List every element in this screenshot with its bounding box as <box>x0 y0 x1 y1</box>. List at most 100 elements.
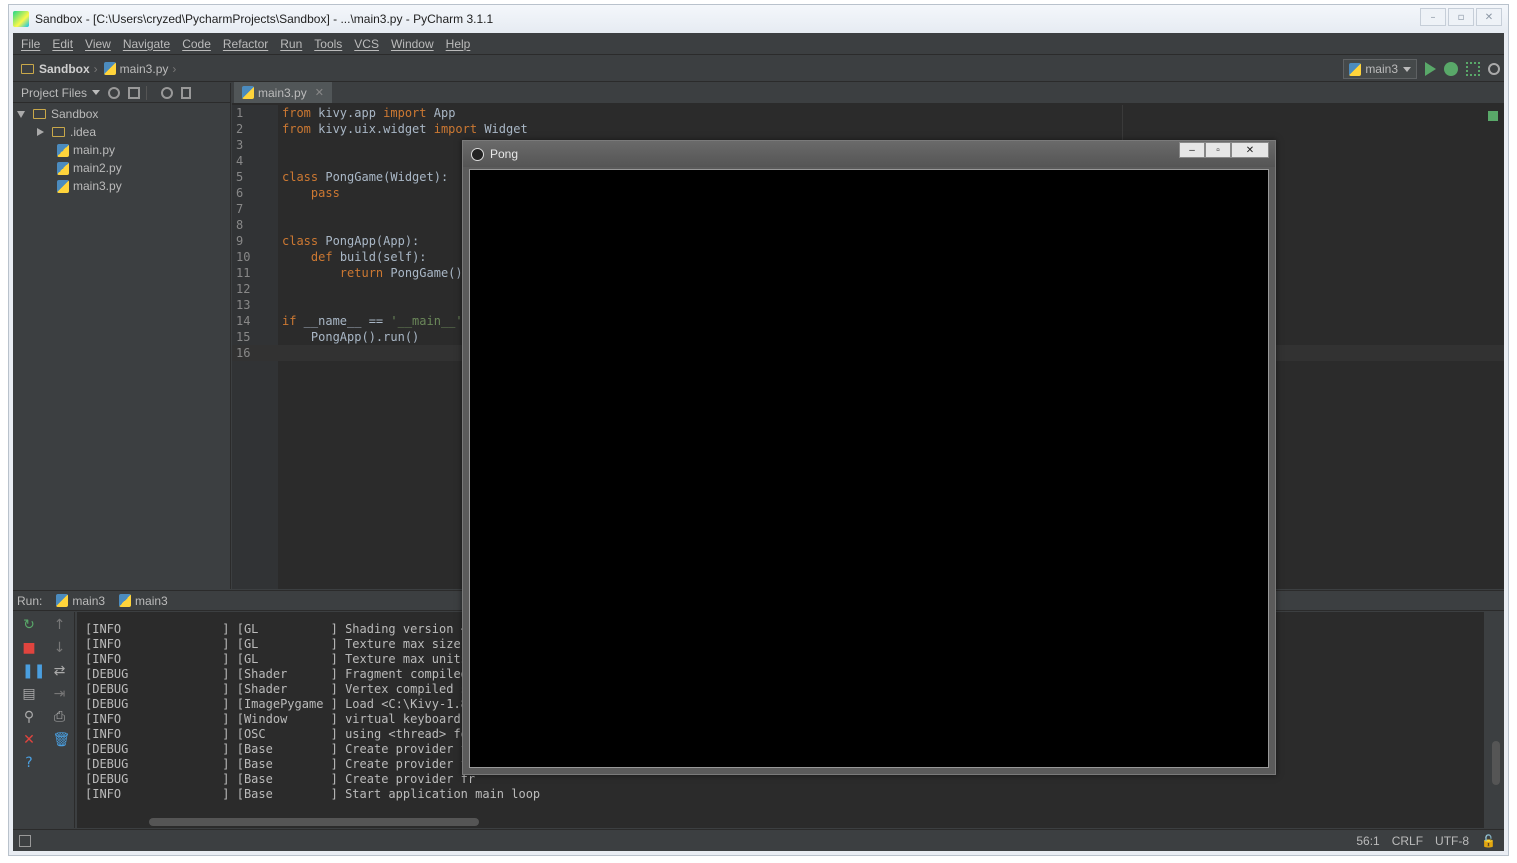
code-text: pass <box>310 186 340 200</box>
tree-item-main[interactable]: main.py <box>13 141 230 159</box>
chevron-down-icon[interactable] <box>92 90 101 95</box>
pause-icon[interactable]: ❚❚ <box>22 664 45 678</box>
print-icon[interactable]: ⎙ <box>53 710 67 724</box>
breadcrumb-project[interactable]: Sandbox › <box>21 62 98 76</box>
gear-icon[interactable] <box>161 86 174 99</box>
trash-icon[interactable]: 🗑 <box>53 733 71 747</box>
collapse-icon[interactable] <box>128 86 141 99</box>
horizontal-scrollbar[interactable] <box>149 818 479 826</box>
run-tab-2[interactable]: main3 <box>119 594 168 608</box>
folder-icon <box>21 63 34 74</box>
line-number: 10 <box>236 250 251 264</box>
line-number: 8 <box>236 218 244 232</box>
lock-icon[interactable]: 🔓 <box>1481 834 1496 848</box>
menu-refactor[interactable]: Refactor <box>217 37 274 51</box>
pin-icon[interactable]: ⚲ <box>22 710 36 724</box>
breadcrumb-file[interactable]: main3.py › <box>103 62 176 76</box>
pong-close-button[interactable]: ✕ <box>1231 142 1269 158</box>
tree-item-label: main.py <box>73 143 116 157</box>
tree-item-sandbox[interactable]: Sandbox <box>13 105 230 123</box>
close-button[interactable]: ✕ <box>1476 8 1502 26</box>
close-tab-icon[interactable]: ✕ <box>315 86 324 99</box>
divider <box>146 85 148 100</box>
tree-item-main3[interactable]: main3.py <box>13 177 230 195</box>
menu-window[interactable]: Window <box>385 37 440 51</box>
line-number: 13 <box>236 298 251 312</box>
menu-file[interactable]: File <box>15 37 46 51</box>
menu-view[interactable]: View <box>79 37 117 51</box>
caret-position[interactable]: 56:1 <box>1356 834 1379 848</box>
python-file-icon <box>103 62 116 75</box>
python-icon <box>1349 62 1362 76</box>
vertical-scrollbar[interactable] <box>1492 741 1500 785</box>
run-toolbar: ↻ ■ ❚❚ ▤ ⚲ ✕ ? <box>13 612 45 828</box>
tab-main3[interactable]: main3.py ✕ <box>234 82 332 103</box>
scroll-end-icon[interactable]: ⇥ <box>53 687 67 701</box>
line-number: 4 <box>236 154 244 168</box>
debug-icon[interactable] <box>1444 62 1458 76</box>
pong-game-canvas[interactable] <box>469 169 1269 768</box>
line-number: 14 <box>236 314 251 328</box>
folder-icon <box>33 109 46 119</box>
rerun-icon[interactable]: ↻ <box>22 618 36 632</box>
line-separator[interactable]: CRLF <box>1392 834 1423 848</box>
chevron-down-icon <box>1403 66 1411 72</box>
tree-item-idea[interactable]: .idea <box>13 123 230 141</box>
down-arrow-icon[interactable]: ↓ <box>53 641 67 655</box>
expand-arrow-icon[interactable] <box>17 110 25 118</box>
layout-icon[interactable]: ▤ <box>22 687 36 701</box>
console-toolbar: ↑ ↓ ⇄ ⇥ ⎙ 🗑 <box>45 612 75 828</box>
pong-window: Pong – ▫ ✕ <box>462 140 1276 775</box>
close-icon[interactable]: ✕ <box>22 733 36 747</box>
python-icon <box>119 594 132 607</box>
search-icon[interactable] <box>1488 63 1500 75</box>
file-encoding[interactable]: UTF-8 <box>1435 834 1469 848</box>
menu-run[interactable]: Run <box>274 37 308 51</box>
pong-minimize-button[interactable]: – <box>1179 142 1205 158</box>
run-icon[interactable] <box>1425 62 1436 76</box>
run-tab-label: main3 <box>72 593 106 608</box>
code-line: 2 from kivy.uix.widget import Widget <box>232 121 1504 137</box>
hide-icon[interactable] <box>181 86 192 99</box>
line-number: 11 <box>236 266 251 280</box>
python-file-icon <box>242 86 254 99</box>
maximize-button[interactable]: ▫ <box>1448 8 1474 26</box>
menu-vcs[interactable]: VCS <box>348 37 385 51</box>
project-panel-header: Project Files <box>13 83 230 103</box>
collapse-arrow-icon[interactable] <box>37 128 44 136</box>
coverage-icon[interactable] <box>1466 62 1480 76</box>
code-line: 1 from kivy.app import App <box>232 105 1504 121</box>
pong-maximize-button[interactable]: ▫ <box>1205 142 1231 158</box>
line-number: 6 <box>236 186 244 200</box>
run-tab-1[interactable]: main3 <box>56 594 105 608</box>
run-tab-label: main3 <box>135 593 168 608</box>
python-icon <box>56 594 69 607</box>
line-number: 2 <box>236 122 244 136</box>
project-view-select[interactable]: Project Files <box>21 86 87 100</box>
menu-code[interactable]: Code <box>176 37 217 51</box>
run-config-select[interactable]: main3 <box>1343 59 1417 79</box>
menu-edit[interactable]: Edit <box>46 37 79 51</box>
code-text: return PongGame() <box>339 266 463 280</box>
menu-navigate[interactable]: Navigate <box>117 37 176 51</box>
log-line: [INFO ] [Base ] Start application main l… <box>85 787 541 801</box>
target-icon[interactable] <box>108 86 121 99</box>
minimize-button[interactable]: – <box>1420 8 1446 26</box>
menu-help[interactable]: Help <box>440 37 477 51</box>
navigation-bar: Sandbox › main3.py › main3 <box>13 56 1504 82</box>
wrap-icon[interactable]: ⇄ <box>53 664 67 678</box>
menu-tools[interactable]: Tools <box>308 37 348 51</box>
tree-item-main2[interactable]: main2.py <box>13 159 230 177</box>
stop-icon[interactable]: ■ <box>22 641 36 655</box>
line-number: 9 <box>236 234 244 248</box>
toggle-panels-icon[interactable] <box>19 834 31 847</box>
run-config-label: main3 <box>1365 62 1398 76</box>
status-right: 56:1 CRLF UTF-8 🔓 <box>1356 834 1496 848</box>
code-text: from kivy.app import App <box>282 106 456 120</box>
up-arrow-icon[interactable]: ↑ <box>53 618 67 632</box>
window-title: Sandbox - [C:\Users\cryzed\PycharmProjec… <box>35 12 494 26</box>
help-icon[interactable]: ? <box>22 756 36 770</box>
toolbar-right: main3 <box>1343 59 1500 79</box>
folder-icon <box>52 127 65 137</box>
project-panel: Project Files Sandbox .idea main.py main… <box>13 83 231 589</box>
